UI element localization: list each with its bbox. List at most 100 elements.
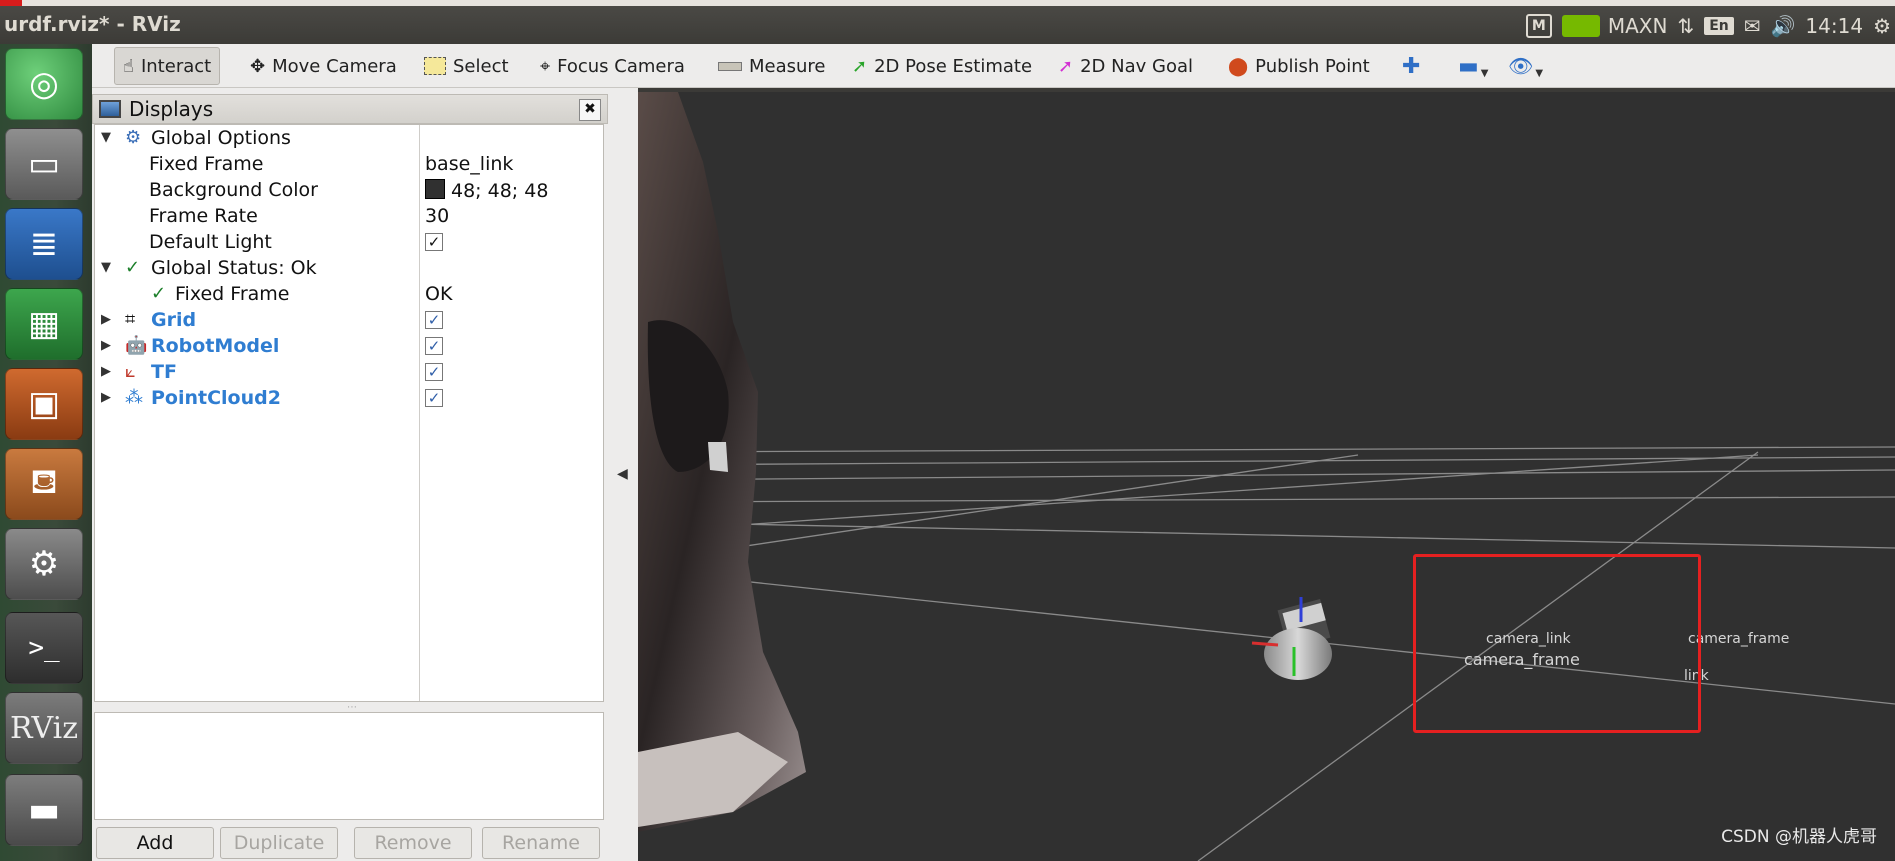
ubuntu-dash-icon[interactable]: ◎ [5, 48, 83, 120]
software-store-icon[interactable]: ⛾ [5, 448, 83, 520]
impress-icon[interactable]: ▣ [5, 368, 83, 440]
tool-2d-pose-estimate[interactable]: ➚ 2D Pose Estimate [844, 47, 1040, 85]
pointcloud2-checkbox[interactable]: ✓ [425, 389, 443, 407]
displays-panel: Displays ✖ ▼ ⚙ Global Options Fixed Fram… [92, 88, 608, 861]
tree-row-frame-rate[interactable]: Frame Rate 30 [95, 203, 603, 229]
system-tray: M MAXN ⇅ En ✉ 🔊 14:14 ⚙ [1525, 9, 1895, 43]
tray-gpu-mode[interactable]: MAXN [1561, 14, 1667, 38]
tool-2d-nav-goal[interactable]: ➚ 2D Nav Goal [1050, 47, 1201, 85]
power-gear-icon[interactable]: ⚙ [1873, 14, 1891, 38]
panel-collapse-strip[interactable]: ◀ [608, 88, 638, 861]
global-options-label: Global Options [151, 127, 291, 149]
clock[interactable]: 14:14 [1805, 14, 1863, 38]
close-icon[interactable]: ✖ [579, 99, 601, 121]
tree-row-background-color[interactable]: Background Color 48; 48; 48 [95, 177, 603, 203]
grid-icon: ⌗ [125, 309, 136, 330]
grid-checkbox[interactable]: ✓ [425, 311, 443, 329]
remove-button[interactable]: Remove [354, 827, 472, 859]
rviz-launcher-icon[interactable]: RViz [5, 692, 83, 764]
robot-model-render [1251, 597, 1332, 680]
view-panel-button[interactable]: 👁 ▼ [1500, 47, 1551, 85]
display-pointcloud2-label: PointCloud2 [151, 387, 281, 409]
spreadsheet-icon: ▦ [27, 304, 61, 344]
display-tf-label: TF [151, 361, 177, 383]
expand-right-icon[interactable]: ▶ [101, 338, 111, 353]
mail-icon[interactable]: ✉ [1744, 14, 1761, 38]
tool-move-camera[interactable]: ✥ Move Camera [242, 47, 405, 85]
hand-pointer-icon: ☝ [123, 55, 134, 77]
expand-right-icon[interactable]: ▶ [101, 312, 111, 327]
writer-icon[interactable]: ≣ [5, 208, 83, 280]
robot-model-icon: 🤖 [125, 335, 148, 356]
remove-tool-button[interactable]: ▬ ▼ [1450, 47, 1497, 85]
tray-messages-icon[interactable]: M [1525, 14, 1552, 38]
tree-row-status-fixed-frame[interactable]: ✓ Fixed Frame OK [95, 281, 603, 307]
tree-row-fixed-frame[interactable]: Fixed Frame base_link [95, 151, 603, 177]
tool-publish-point[interactable]: ⬤ Publish Point [1220, 47, 1378, 85]
frame-rate-label: Frame Rate [149, 205, 258, 227]
keyboard-layout[interactable]: En [1704, 17, 1734, 35]
gear-icon: ⚙ [125, 127, 142, 148]
checkmark-icon: ✓ [125, 257, 141, 278]
background-color-label: Background Color [149, 179, 318, 201]
scene-canvas [638, 92, 1895, 861]
panel-splitter-handle[interactable]: ⋯ [342, 702, 362, 713]
volume-icon[interactable]: 🔊 [1771, 14, 1796, 38]
dropdown-arrow-icon: ▼ [1535, 67, 1544, 79]
keyboard-layout-label: En [1704, 17, 1734, 35]
duplicate-button[interactable]: Duplicate [220, 827, 338, 859]
tool-publish-point-label: Publish Point [1255, 55, 1370, 77]
add-button[interactable]: Add [96, 827, 214, 859]
tool-measure-label: Measure [749, 55, 826, 77]
default-light-checkbox[interactable]: ✓ [425, 233, 443, 251]
tree-row-robotmodel[interactable]: ▶ 🤖 RobotModel ✓ [95, 333, 603, 359]
file-cabinet-icon: ▭ [27, 144, 61, 184]
system-settings-icon[interactable]: ⚙ [5, 528, 83, 600]
default-light-label: Default Light [149, 231, 272, 253]
fixed-frame-value[interactable]: base_link [425, 153, 513, 175]
robotmodel-checkbox[interactable]: ✓ [425, 337, 443, 355]
background-color-value[interactable]: 48; 48; 48 [425, 179, 548, 202]
tree-row-tf[interactable]: ▶ ⟀ TF ✓ [95, 359, 603, 385]
global-status-label: Global Status: Ok [151, 257, 317, 279]
tf-checkbox[interactable]: ✓ [425, 363, 443, 381]
window-title: urdf.rviz* - RViz [4, 12, 181, 36]
hard-drive-icon: ▬ [27, 790, 61, 830]
tool-select[interactable]: Select [416, 47, 517, 85]
color-swatch [425, 179, 445, 199]
tool-2d-pose-estimate-label: 2D Pose Estimate [874, 55, 1033, 77]
tool-focus-camera[interactable]: ⌖ Focus Camera [532, 47, 693, 85]
tree-row-pointcloud2[interactable]: ▶ ⁂ PointCloud2 ✓ [95, 385, 603, 411]
status-fixed-frame-value: OK [425, 283, 453, 305]
expand-right-icon[interactable]: ▶ [101, 364, 111, 379]
frame-rate-value[interactable]: 30 [425, 205, 449, 227]
calc-icon[interactable]: ▦ [5, 288, 83, 360]
files-icon[interactable]: ▭ [5, 128, 83, 200]
expand-right-icon[interactable]: ▶ [101, 390, 111, 405]
rviz-window: urdf.rviz* - RViz M MAXN ⇅ En ✉ 🔊 14:14 … [0, 0, 1895, 861]
collapse-left-icon[interactable]: ◀ [617, 466, 628, 482]
tool-interact[interactable]: ☝ Interact [114, 47, 221, 85]
tree-row-global-status[interactable]: ▼ ✓ Global Status: Ok [95, 255, 603, 281]
expand-down-icon[interactable]: ▼ [101, 130, 111, 145]
tree-row-default-light[interactable]: Default Light ✓ [95, 229, 603, 255]
document-icon: ≣ [29, 224, 59, 264]
tree-row-grid[interactable]: ▶ ⌗ Grid ✓ [95, 307, 603, 333]
point-cloud-icon: ⁂ [125, 387, 143, 408]
add-tool-button[interactable]: ✚ [1394, 47, 1428, 85]
network-arrows-icon[interactable]: ⇅ [1677, 14, 1694, 38]
display-robotmodel-label: RobotModel [151, 335, 280, 357]
drive-icon[interactable]: ▬ [5, 774, 83, 846]
expand-down-icon[interactable]: ▼ [101, 260, 111, 275]
ruler-icon [718, 61, 742, 71]
wrench-gear-icon: ⚙ [28, 544, 60, 584]
terminal-icon[interactable]: >_ [5, 612, 83, 684]
displays-tree[interactable]: ▼ ⚙ Global Options Fixed Frame base_link… [94, 124, 604, 702]
tool-2d-nav-goal-label: 2D Nav Goal [1080, 55, 1193, 77]
top-bar: urdf.rviz* - RViz M MAXN ⇅ En ✉ 🔊 14:14 … [0, 0, 1895, 44]
rename-button[interactable]: Rename [482, 827, 600, 859]
3d-render-view[interactable]: camera_link camera_frame camera_frame li… [638, 92, 1895, 861]
tool-measure[interactable]: Measure [710, 47, 834, 85]
tree-row-global-options[interactable]: ▼ ⚙ Global Options [95, 125, 603, 151]
minus-icon: ▬ [1458, 53, 1479, 79]
